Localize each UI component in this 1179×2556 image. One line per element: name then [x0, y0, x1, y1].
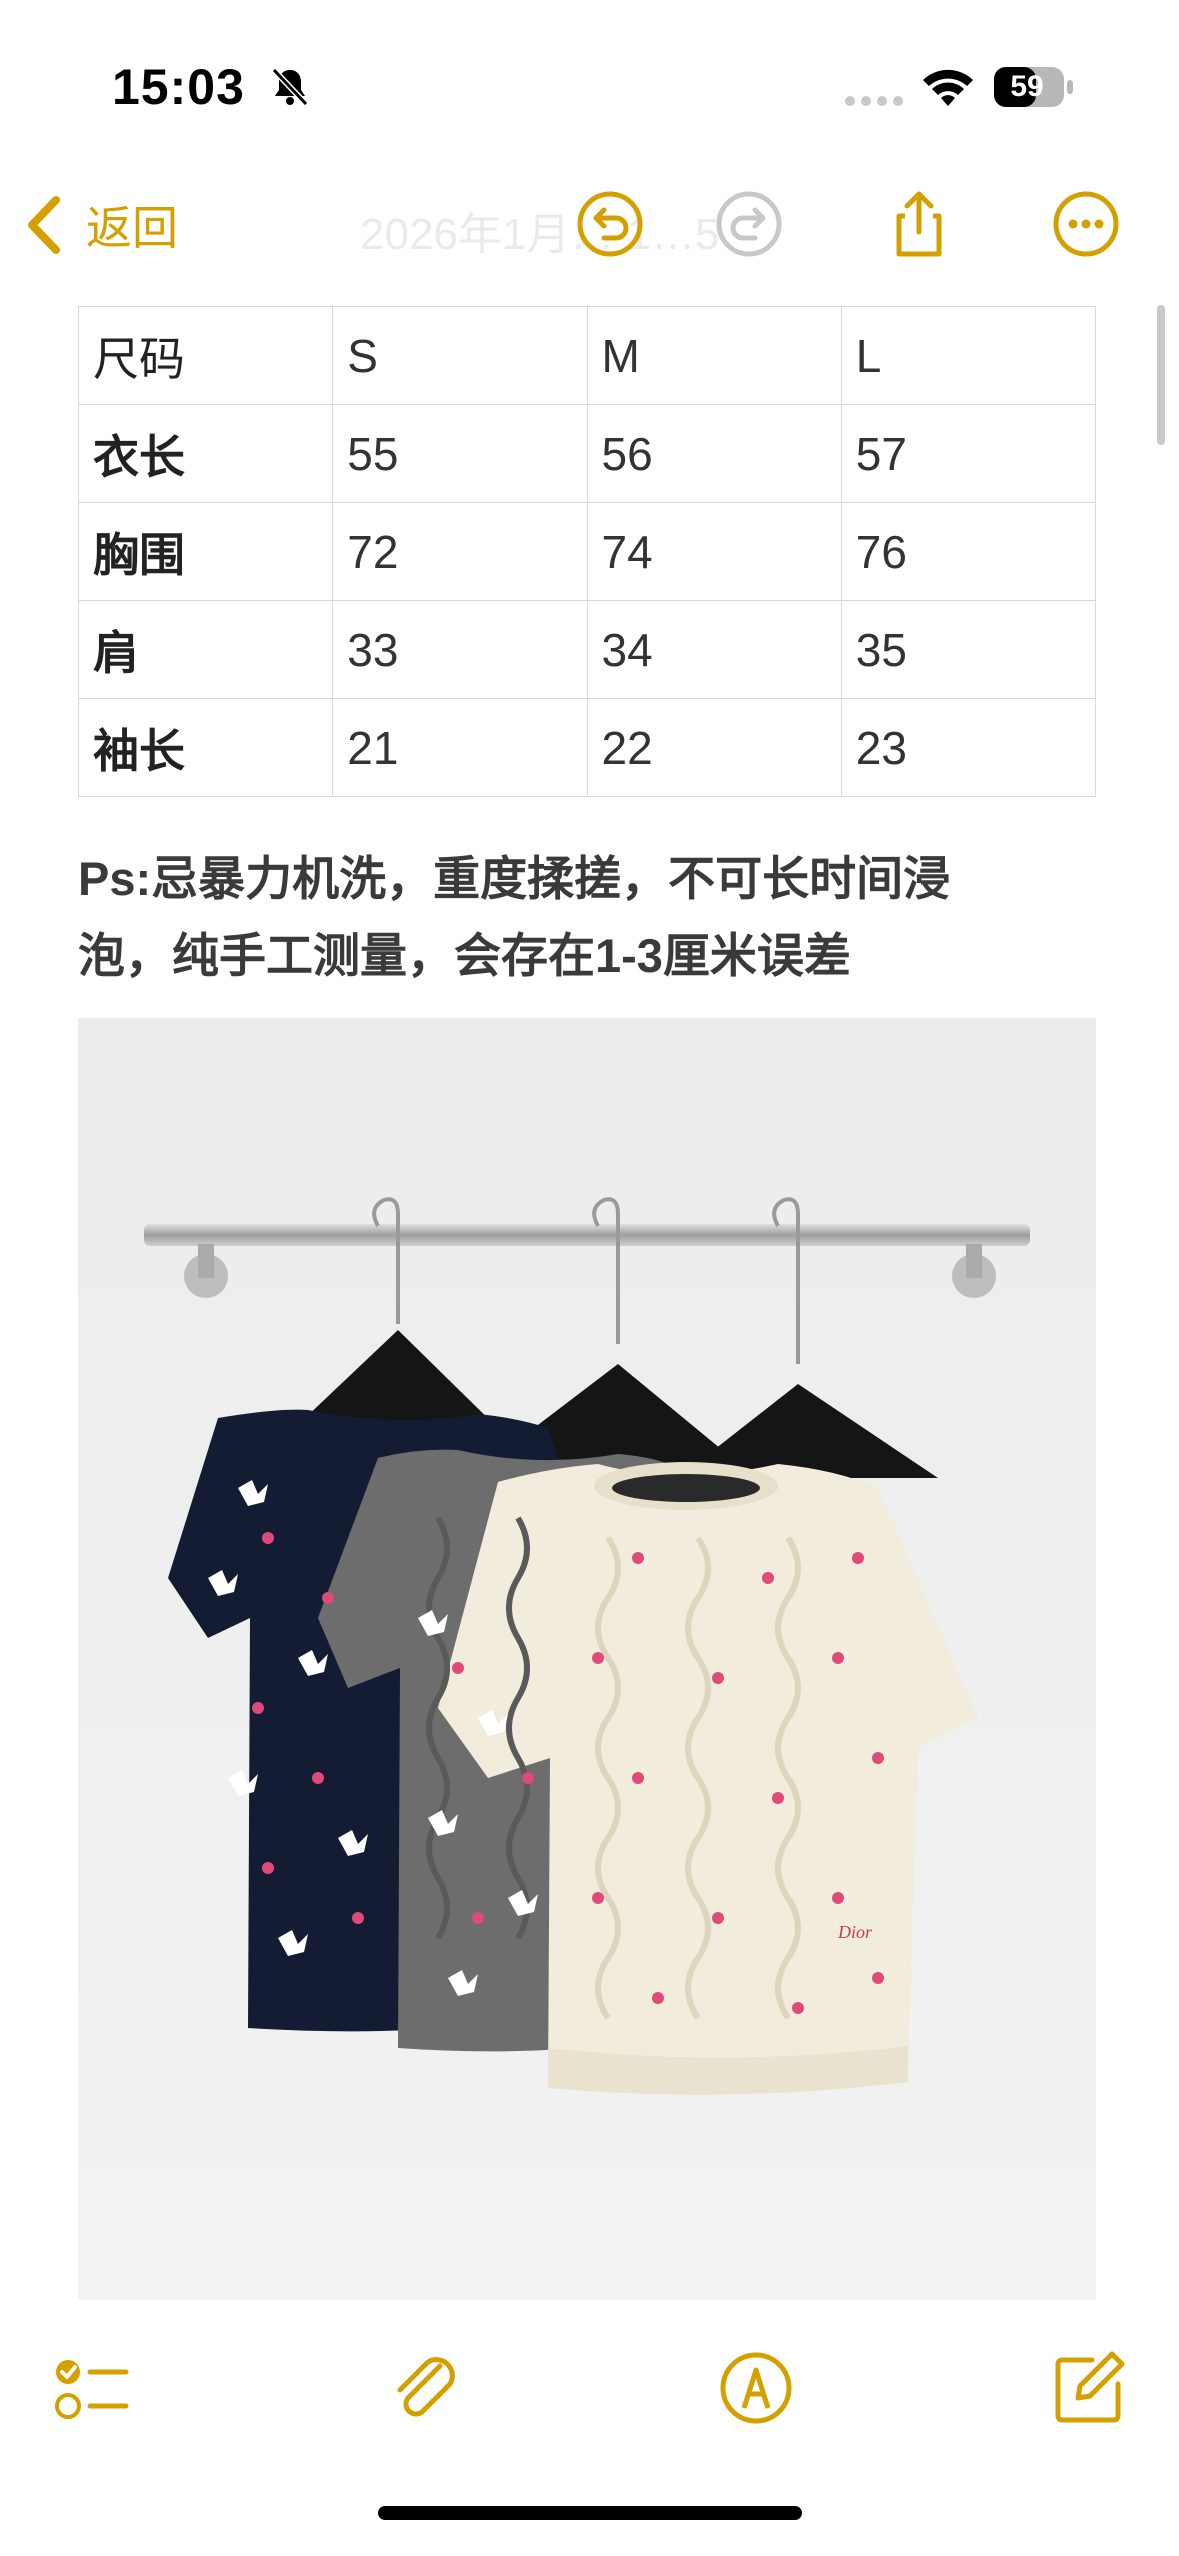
checklist-icon[interactable] [52, 2348, 132, 2428]
size-table: 尺码 S M L 衣长 55 56 57 胸围 72 74 76 肩 33 34… [77, 306, 1097, 797]
status-bar: 15:03 59 [0, 0, 1179, 170]
table-row: 胸围 72 74 76 [77, 502, 1097, 601]
signal-dots-icon [845, 96, 903, 106]
table-cell: 34 [586, 600, 842, 699]
table-header-cell: M [586, 306, 842, 405]
table-cell: 57 [840, 404, 1097, 503]
table-cell: 56 [586, 404, 842, 503]
table-cell: 55 [332, 404, 588, 503]
back-button[interactable]: 返回 [22, 190, 178, 260]
note-date-faded: 2026年1月… 1…5 [360, 210, 720, 259]
row-label: 衣长 [77, 404, 334, 503]
wifi-icon [923, 69, 973, 106]
redo-icon[interactable] [713, 188, 785, 260]
bell-slash-icon [271, 67, 309, 107]
table-row: 肩 33 34 35 [77, 600, 1097, 699]
chevron-left-icon [28, 196, 60, 254]
product-photo[interactable]: Dior [78, 1018, 1096, 2300]
table-cell: 22 [586, 698, 842, 797]
undo-icon[interactable] [574, 188, 646, 260]
photo-watermark: Dior [837, 1922, 873, 1942]
table-cell: 33 [332, 600, 588, 699]
product-photo-sweaters: Dior [78, 1018, 1096, 2300]
table-row: 袖长 21 22 23 [77, 698, 1097, 797]
bottom-toolbar [0, 2320, 1179, 2460]
table-header-cell: 尺码 [77, 306, 334, 405]
table-cell: 76 [840, 502, 1097, 601]
markup-pen-icon[interactable] [716, 2348, 796, 2428]
care-note[interactable]: Ps:忌暴力机洗，重度揉搓，不可长时间浸 泡，纯手工测量，会存在1-3厘米误差 [78, 840, 1098, 994]
table-header-cell: S [332, 306, 588, 405]
table-header-row: 尺码 S M L [77, 306, 1097, 405]
table-cell: 23 [840, 698, 1097, 797]
share-icon[interactable] [883, 188, 955, 260]
row-label: 肩 [77, 600, 334, 699]
home-indicator[interactable] [378, 2506, 802, 2520]
row-label: 袖长 [77, 698, 334, 797]
status-time: 15:03 [112, 59, 245, 115]
paperclip-icon[interactable] [384, 2348, 464, 2428]
table-header-cell: L [840, 306, 1097, 405]
row-label: 胸围 [77, 502, 334, 601]
compose-icon[interactable] [1048, 2348, 1128, 2428]
more-icon[interactable] [1050, 188, 1122, 260]
table-cell: 35 [840, 600, 1097, 699]
table-row: 衣长 55 56 57 [77, 404, 1097, 503]
table-cell: 21 [332, 698, 588, 797]
note-line: 泡，纯手工测量，会存在1-3厘米误差 [78, 929, 851, 982]
table-cell: 72 [332, 502, 588, 601]
note-line: Ps:忌暴力机洗，重度揉搓，不可长时间浸 [78, 852, 951, 905]
back-label: 返回 [86, 202, 178, 254]
battery-level: 59 [1010, 70, 1044, 103]
nav-bar: 返回 2026年1月… 1…5 [0, 170, 1179, 285]
scroll-indicator[interactable] [1157, 305, 1165, 445]
table-cell: 74 [586, 502, 842, 601]
